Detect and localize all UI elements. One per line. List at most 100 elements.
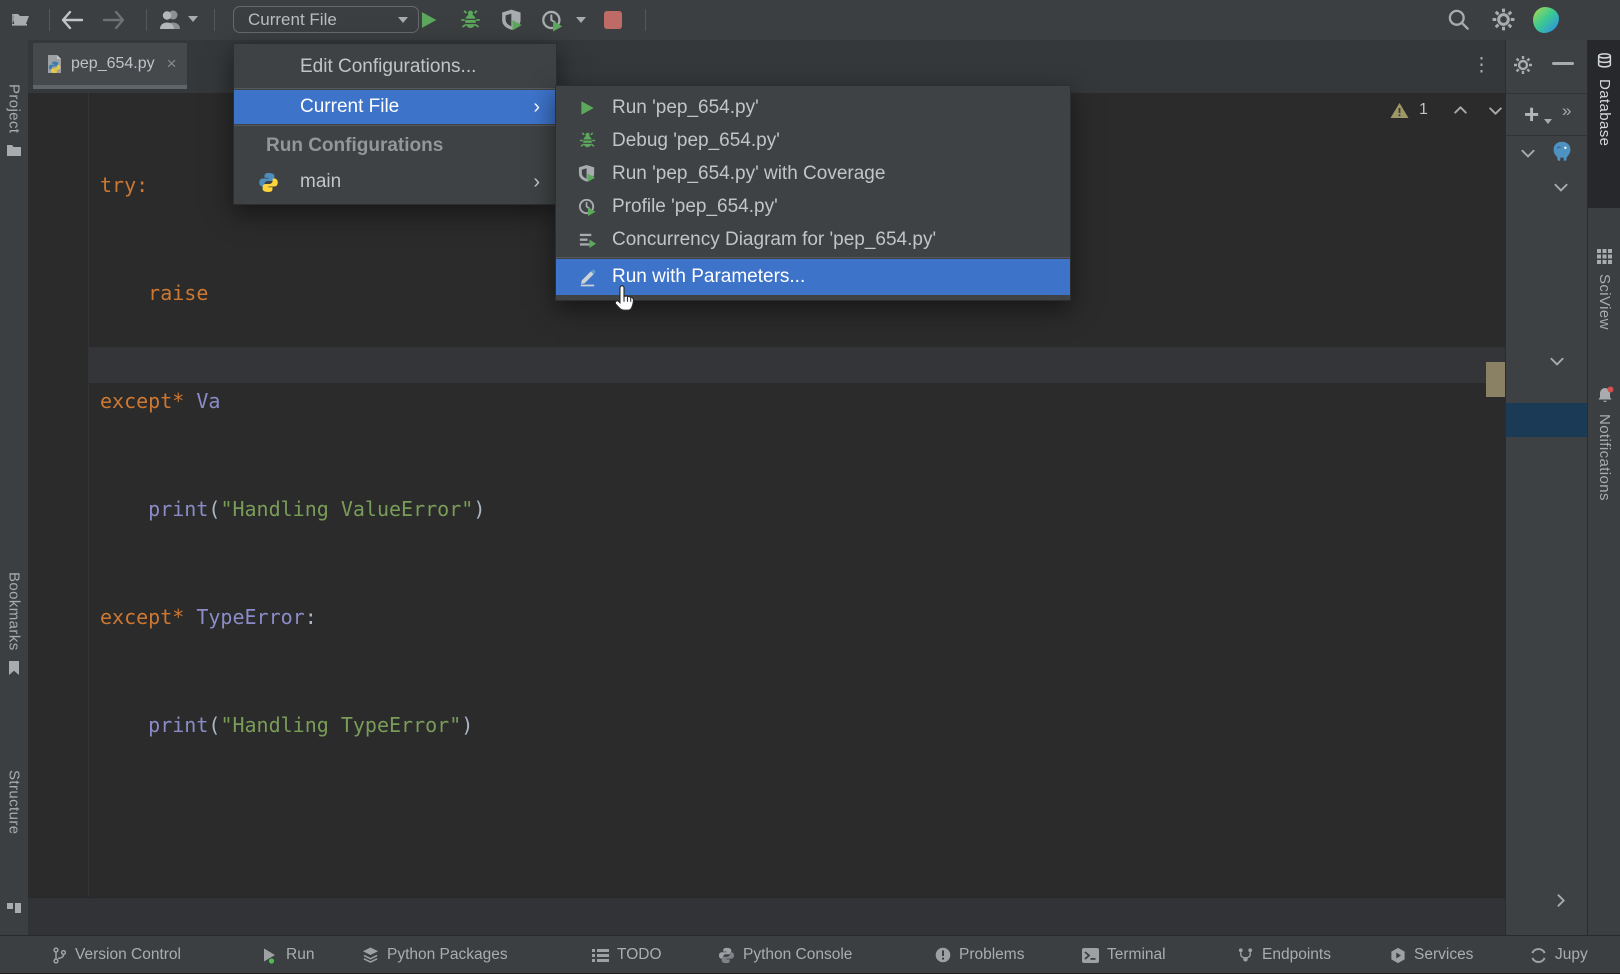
statusbar-item-python-packages[interactable]: Python Packages bbox=[362, 936, 508, 974]
status-bar: Version Control Run Python Packages TODO… bbox=[0, 935, 1620, 973]
database-selected-row[interactable] bbox=[1506, 403, 1587, 437]
stripe-label: Bookmarks bbox=[6, 572, 23, 651]
submenu-arrow-icon: › bbox=[533, 97, 540, 117]
menu-item-label: main bbox=[234, 171, 341, 193]
debug-icon[interactable] bbox=[459, 8, 482, 32]
stripe-button-sciview[interactable]: SciView bbox=[1588, 248, 1620, 330]
forward-arrow-icon[interactable] bbox=[102, 10, 126, 30]
statusbar-label: Python Packages bbox=[387, 946, 508, 964]
menu-item-profile-file[interactable]: Profile 'pep_654.py' bbox=[556, 190, 1070, 223]
submenu-arrow-icon: › bbox=[533, 172, 540, 192]
chevron-down-icon[interactable] bbox=[1552, 178, 1570, 196]
git-branch-icon bbox=[52, 947, 67, 964]
stop-icon[interactable] bbox=[604, 11, 622, 29]
scrollbar-thumb[interactable] bbox=[1486, 362, 1505, 397]
toolbar-separator bbox=[214, 9, 215, 31]
stripe-label: Notifications bbox=[1596, 414, 1613, 501]
bookmark-icon bbox=[7, 660, 21, 676]
endpoints-icon bbox=[1237, 947, 1254, 964]
bell-dot-icon bbox=[1595, 385, 1615, 405]
chevron-right-icon[interactable] bbox=[1552, 892, 1569, 909]
postgres-icon[interactable] bbox=[1550, 140, 1574, 164]
toolbar-separator bbox=[49, 9, 50, 31]
settings-gear-icon[interactable] bbox=[1492, 8, 1515, 31]
chevron-down-icon[interactable] bbox=[1519, 144, 1537, 162]
statusbar-label: Run bbox=[286, 946, 314, 964]
profile-icon[interactable] bbox=[541, 8, 564, 32]
parameters-pencil-icon bbox=[578, 268, 597, 287]
minimize-icon[interactable] bbox=[1552, 62, 1574, 65]
layers-icon bbox=[362, 946, 379, 964]
menu-item-label: Current File bbox=[234, 96, 399, 118]
statusbar-label: Endpoints bbox=[1262, 946, 1331, 964]
stripe-button-notifications[interactable]: Notifications bbox=[1588, 385, 1620, 501]
concurrency-icon bbox=[578, 230, 597, 249]
users-dropdown-caret[interactable] bbox=[188, 16, 198, 22]
run-configuration-label: Current File bbox=[248, 10, 337, 30]
open-folder-icon[interactable] bbox=[10, 8, 33, 31]
inspections-widget[interactable]: 1 bbox=[1390, 101, 1504, 119]
menu-item-main[interactable]: main › bbox=[234, 164, 556, 200]
statusbar-item-version-control[interactable]: Version Control bbox=[52, 936, 181, 974]
stripe-button-bookmarks[interactable]: Bookmarks bbox=[0, 572, 28, 676]
database-panel-header bbox=[1506, 40, 1587, 94]
statusbar-item-todo[interactable]: TODO bbox=[592, 936, 662, 974]
ide-logo[interactable] bbox=[1533, 7, 1559, 33]
tool-windows-icon[interactable] bbox=[6, 902, 23, 919]
kebab-menu-icon[interactable]: ⋮ bbox=[1472, 54, 1491, 77]
add-icon[interactable]: + bbox=[1524, 99, 1539, 130]
back-arrow-icon[interactable] bbox=[60, 10, 84, 30]
code-line: print("Handling ValueError") bbox=[100, 491, 485, 527]
database-panel-toolbar: + » bbox=[1506, 93, 1587, 136]
hide-panel-icon[interactable]: » bbox=[1562, 101, 1571, 121]
tab-pep-654-py[interactable]: pep_654.py × bbox=[33, 43, 187, 89]
toolbar-separator bbox=[146, 9, 147, 31]
users-icon[interactable] bbox=[158, 8, 184, 32]
statusbar-item-run[interactable]: Run bbox=[262, 936, 314, 974]
python-file-icon bbox=[45, 54, 63, 74]
statusbar-item-python-console[interactable]: Python Console bbox=[718, 936, 852, 974]
gear-icon[interactable] bbox=[1513, 55, 1533, 75]
stripe-label: Project bbox=[6, 84, 23, 134]
menu-item-run-file[interactable]: Run 'pep_654.py' bbox=[556, 91, 1070, 124]
statusbar-item-services[interactable]: Services bbox=[1390, 936, 1473, 974]
debug-icon bbox=[578, 131, 597, 150]
menu-item-concurrency-diagram[interactable]: Concurrency Diagram for 'pep_654.py' bbox=[556, 223, 1070, 256]
code-line: except* TypeError: bbox=[100, 599, 485, 635]
stripe-label: SciView bbox=[1596, 274, 1613, 330]
menu-separator bbox=[234, 88, 556, 89]
chevron-down-icon bbox=[398, 17, 408, 23]
run-configuration-selector[interactable]: Current File bbox=[233, 6, 419, 33]
profile-icon bbox=[578, 197, 597, 216]
statusbar-label: Terminal bbox=[1107, 946, 1166, 964]
close-icon[interactable]: × bbox=[167, 54, 177, 74]
menu-header-run-configurations: Run Configurations bbox=[234, 127, 556, 164]
add-dropdown-caret bbox=[1544, 119, 1552, 124]
tab-title: pep_654.py bbox=[71, 55, 155, 73]
statusbar-item-endpoints[interactable]: Endpoints bbox=[1237, 936, 1331, 974]
menu-item-run-with-coverage[interactable]: Run 'pep_654.py' with Coverage bbox=[556, 157, 1070, 190]
stripe-button-database[interactable]: Database bbox=[1588, 52, 1620, 146]
jupyter-icon bbox=[1530, 947, 1547, 964]
search-icon[interactable] bbox=[1447, 8, 1470, 31]
toolbar-separator bbox=[645, 9, 646, 31]
coverage-icon[interactable] bbox=[501, 8, 524, 32]
statusbar-label: Services bbox=[1414, 946, 1473, 964]
run-icon[interactable] bbox=[418, 9, 439, 31]
menu-item-current-file[interactable]: Current File › bbox=[234, 90, 556, 124]
grid-icon bbox=[1596, 248, 1613, 265]
main-toolbar: Current File bbox=[0, 0, 1620, 41]
statusbar-item-jupyter[interactable]: Jupy bbox=[1530, 936, 1588, 974]
menu-item-edit-configurations[interactable]: Edit Configurations... bbox=[234, 46, 556, 87]
statusbar-item-terminal[interactable]: Terminal bbox=[1082, 936, 1166, 974]
chevron-down-icon[interactable] bbox=[1548, 352, 1566, 370]
prev-warning-chevron-up-icon[interactable] bbox=[1452, 102, 1469, 119]
run-icon bbox=[578, 99, 596, 117]
coverage-icon bbox=[578, 164, 597, 183]
next-warning-chevron-down-icon[interactable] bbox=[1487, 102, 1504, 119]
stripe-button-project[interactable]: Project bbox=[0, 84, 28, 157]
stripe-button-structure[interactable]: Structure bbox=[0, 770, 28, 834]
menu-item-debug-file[interactable]: Debug 'pep_654.py' bbox=[556, 124, 1070, 157]
statusbar-item-problems[interactable]: Problems bbox=[935, 936, 1024, 974]
profile-dropdown-caret[interactable] bbox=[576, 17, 586, 23]
